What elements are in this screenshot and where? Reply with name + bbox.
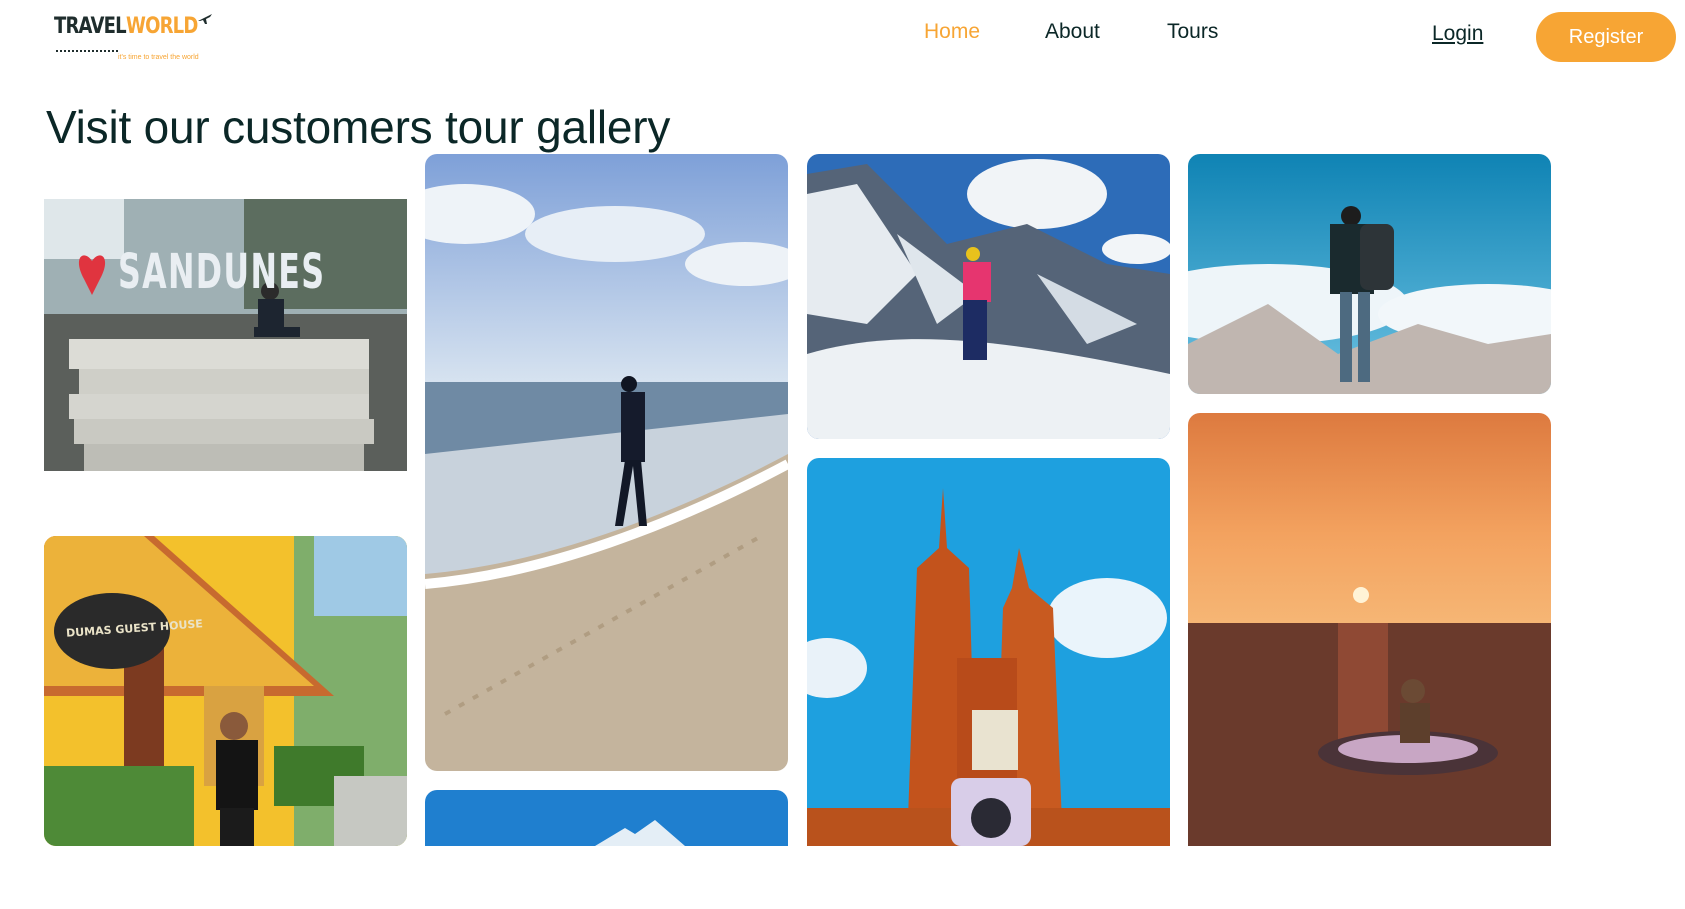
logo-dotted-path bbox=[56, 48, 118, 52]
gallery-photo-basilica[interactable] bbox=[807, 458, 1170, 846]
guest-house-image bbox=[44, 536, 407, 846]
beach-image bbox=[425, 154, 788, 771]
gallery-title: Visit our customers tour gallery bbox=[46, 101, 671, 153]
sunset-sea-image bbox=[1188, 413, 1551, 846]
nav-tours-link[interactable]: Tours bbox=[1167, 20, 1218, 44]
gallery-photo-sandunes[interactable]: SANDUNES bbox=[44, 199, 407, 471]
nav-home-link[interactable]: Home bbox=[924, 20, 980, 44]
register-button[interactable]: Register bbox=[1536, 12, 1676, 62]
gallery-photo-beach[interactable] bbox=[425, 154, 788, 771]
sandunes-sign-text: SANDUNES bbox=[118, 244, 326, 300]
basilica-image bbox=[807, 458, 1170, 846]
hiker-image bbox=[1188, 154, 1551, 394]
gallery-photo-hiker[interactable] bbox=[1188, 154, 1551, 394]
logo-text-travel: TRAVEL bbox=[54, 14, 127, 39]
nav-about-link[interactable]: About bbox=[1045, 20, 1100, 44]
site-header: TRAVEL WORLD it's time to travel the wor… bbox=[0, 0, 1685, 80]
logo-text-world: WORLD bbox=[126, 14, 198, 39]
brand-logo[interactable]: TRAVEL WORLD it's time to travel the wor… bbox=[54, 14, 214, 64]
gallery-photo-snow-mountain[interactable] bbox=[807, 154, 1170, 439]
gallery-photo-guest-house[interactable]: DUMAS GUEST HOUSE bbox=[44, 536, 407, 846]
blue-mountain-image bbox=[425, 790, 788, 846]
logo-tagline: it's time to travel the world bbox=[118, 54, 199, 61]
airplane-icon bbox=[198, 14, 212, 24]
sandunes-image bbox=[44, 199, 407, 471]
login-button[interactable]: Login bbox=[1432, 22, 1483, 46]
gallery-photo-blue-mountain[interactable] bbox=[425, 790, 788, 846]
gallery-photo-sunset-sea[interactable] bbox=[1188, 413, 1551, 846]
snow-mountain-image bbox=[807, 154, 1170, 439]
